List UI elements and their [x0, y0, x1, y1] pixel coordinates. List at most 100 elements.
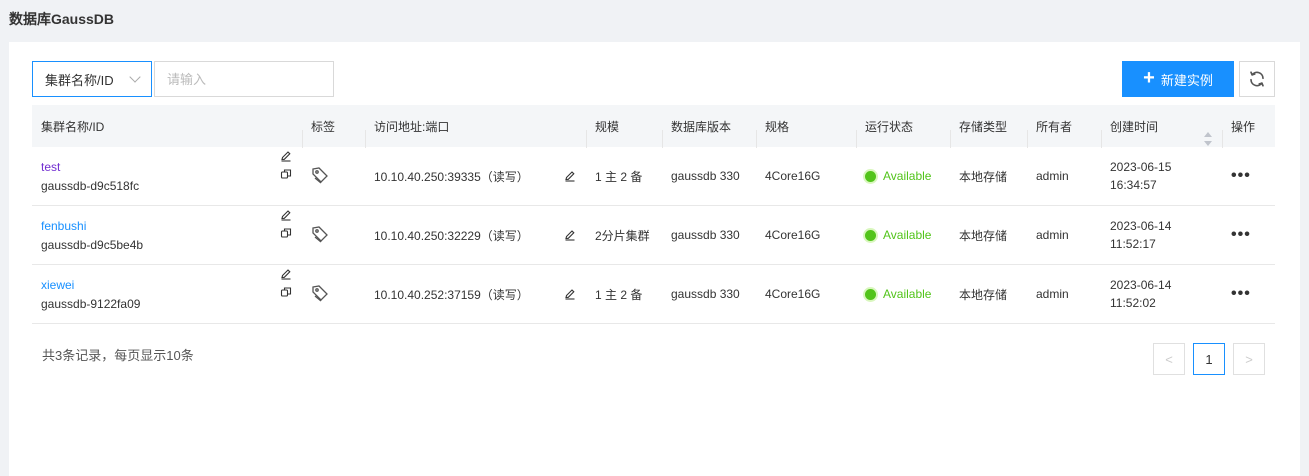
created-time: 11:52:02 [1110, 296, 1156, 310]
content-card: 集群名称/ID + 新建实例 集群名称/ID 标签 访问地址:端口 规模 数据库… [9, 42, 1300, 476]
col-header-storage: 存储类型 [950, 118, 1027, 148]
edit-icon[interactable] [280, 150, 292, 162]
more-actions-icon[interactable]: ••• [1231, 167, 1251, 184]
col-header-tags: 标签 [302, 118, 365, 148]
status-cell: Available [856, 228, 950, 242]
chevron-down-icon [129, 71, 141, 83]
instance-id: gaussdb-9122fa09 [41, 296, 141, 311]
address-cell: 10.10.40.250:32229（读写） [365, 227, 586, 244]
status-badge: Available [883, 287, 932, 301]
status-dot-icon [865, 170, 876, 182]
version-cell: gaussdb 330 [671, 169, 740, 183]
status-badge: Available [883, 169, 932, 183]
scale-cell: 1 主 2 备 [595, 169, 643, 184]
address-value: 10.10.40.250:39335（读写） [374, 169, 529, 184]
created-cell: 2023-06-15 16:34:57 [1101, 160, 1222, 192]
status-dot-icon [865, 229, 876, 241]
copy-icon[interactable] [280, 168, 292, 180]
table-row: xiewei gaussdb-9122fa09 10.10.40.252:371… [32, 265, 1275, 324]
spec-cell: 4Core16G [765, 169, 821, 183]
col-header-created-label: 创建时间 [1110, 119, 1159, 134]
prev-page-button[interactable]: < [1153, 343, 1185, 375]
instance-id: gaussdb-d9c518fc [41, 178, 140, 193]
address-cell: 10.10.40.250:39335（读写） [365, 168, 586, 185]
col-header-name: 集群名称/ID [41, 119, 105, 134]
storage-cell: 本地存储 [959, 228, 1008, 243]
created-date: 2023-06-15 [1110, 160, 1172, 174]
edit-icon[interactable] [564, 288, 576, 300]
instance-name-link[interactable]: test [41, 160, 302, 174]
next-page-button[interactable]: > [1233, 343, 1265, 375]
instance-name-link[interactable]: fenbushi [41, 219, 302, 233]
created-time: 16:34:57 [1110, 178, 1157, 192]
sort-icon[interactable] [1204, 131, 1212, 146]
instance-name-link[interactable]: xiewei [41, 278, 302, 292]
edit-icon[interactable] [564, 229, 576, 241]
create-instance-button[interactable]: + 新建实例 [1122, 61, 1234, 97]
version-cell: gaussdb 330 [671, 287, 740, 301]
owner-cell: admin [1036, 228, 1069, 242]
instance-id: gaussdb-d9c5be4b [41, 237, 144, 252]
address-value: 10.10.40.250:32229（读写） [374, 228, 529, 243]
tags-cell [302, 166, 365, 187]
plus-icon: + [1143, 67, 1155, 89]
col-header-actions: 操作 [1222, 118, 1275, 148]
instance-table: 集群名称/ID 标签 访问地址:端口 规模 数据库版本 规格 运行状态 存储类型… [32, 105, 1275, 324]
table-row: fenbushi gaussdb-d9c5be4b 10.10.40.250:3… [32, 206, 1275, 265]
col-header-created[interactable]: 创建时间 [1101, 118, 1222, 148]
spec-cell: 4Core16G [765, 287, 821, 301]
tags-cell [302, 225, 365, 246]
tag-icon[interactable] [311, 284, 329, 302]
name-cell: fenbushi gaussdb-d9c5be4b [32, 209, 302, 252]
col-header-scale: 规模 [586, 118, 662, 148]
tags-cell [302, 284, 365, 305]
page-number-button[interactable]: 1 [1193, 343, 1225, 375]
filter-field-select[interactable]: 集群名称/ID [32, 61, 152, 97]
col-header-owner: 所有者 [1027, 118, 1101, 148]
created-date: 2023-06-14 [1110, 278, 1172, 292]
copy-icon[interactable] [280, 227, 292, 239]
tag-icon[interactable] [311, 225, 329, 243]
pagination-summary: 共3条记录，每页显示10条 [42, 348, 194, 363]
status-cell: Available [856, 287, 950, 301]
address-value: 10.10.40.252:37159（读写） [374, 287, 529, 302]
refresh-icon [1250, 71, 1264, 87]
edit-icon[interactable] [564, 170, 576, 182]
scale-cell: 1 主 2 备 [595, 287, 643, 302]
storage-cell: 本地存储 [959, 287, 1008, 302]
col-header-spec: 规格 [756, 118, 856, 148]
more-actions-icon[interactable]: ••• [1231, 226, 1251, 243]
actions-cell: ••• [1222, 226, 1275, 244]
name-cell: test gaussdb-d9c518fc [32, 150, 302, 193]
refresh-button[interactable] [1239, 61, 1275, 97]
actions-cell: ••• [1222, 285, 1275, 303]
status-dot-icon [865, 288, 876, 300]
table-row: test gaussdb-d9c518fc 10.10.40.250:39335… [32, 147, 1275, 206]
search-input[interactable] [154, 61, 334, 97]
status-badge: Available [883, 228, 932, 242]
create-instance-label: 新建实例 [1160, 72, 1213, 88]
storage-cell: 本地存储 [959, 169, 1008, 184]
version-cell: gaussdb 330 [671, 228, 740, 242]
actions-cell: ••• [1222, 167, 1275, 185]
address-cell: 10.10.40.252:37159（读写） [365, 286, 586, 303]
filter-field-label: 集群名称/ID [45, 72, 114, 88]
name-cell: xiewei gaussdb-9122fa09 [32, 268, 302, 311]
col-header-address: 访问地址:端口 [365, 118, 586, 148]
col-header-version: 数据库版本 [662, 118, 756, 148]
table-header: 集群名称/ID 标签 访问地址:端口 规模 数据库版本 规格 运行状态 存储类型… [32, 105, 1275, 148]
copy-icon[interactable] [280, 286, 292, 298]
col-header-status: 运行状态 [856, 118, 950, 148]
created-date: 2023-06-14 [1110, 219, 1172, 233]
spec-cell: 4Core16G [765, 228, 821, 242]
edit-icon[interactable] [280, 209, 292, 221]
edit-icon[interactable] [280, 268, 292, 280]
more-actions-icon[interactable]: ••• [1231, 285, 1251, 302]
created-cell: 2023-06-14 11:52:02 [1101, 278, 1222, 310]
page-title: 数据库GaussDB [9, 11, 115, 27]
tag-icon[interactable] [311, 166, 329, 184]
created-time: 11:52:17 [1110, 237, 1156, 251]
owner-cell: admin [1036, 169, 1069, 183]
owner-cell: admin [1036, 287, 1069, 301]
status-cell: Available [856, 169, 950, 183]
